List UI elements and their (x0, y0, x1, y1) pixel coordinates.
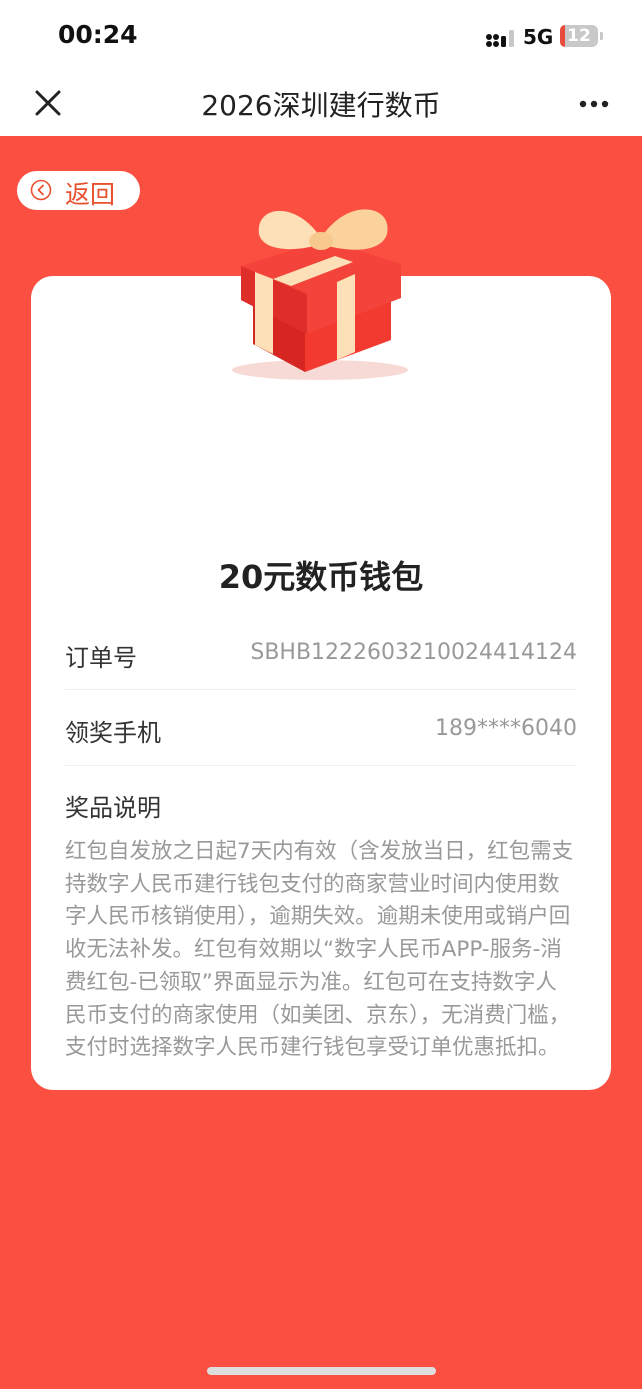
order-number-label: 订单号 (65, 644, 137, 672)
battery-level: 12 (567, 26, 591, 46)
chevron-left-icon (30, 179, 52, 201)
more-icon[interactable] (574, 92, 614, 116)
order-number-value: SBHB1222603210024414124 (250, 640, 577, 665)
nav-bar: 2026深圳建行数币 (0, 72, 642, 136)
home-indicator (207, 1367, 436, 1375)
battery-icon: 12 (560, 25, 603, 47)
page-title: 2026深圳建行数币 (201, 89, 441, 122)
description-text: 红包自发放之日起7天内有效（含发放当日，红包需支持数字人民币建行钱包支付的商家营… (65, 839, 574, 1061)
back-button[interactable]: 返回 (17, 171, 140, 210)
back-label: 返回 (65, 180, 116, 209)
gift-box-icon (232, 209, 408, 380)
divider (65, 689, 577, 690)
prize-card: 20元数币钱包 订单号 SBHB1222603210024414124 领奖手机… (31, 276, 611, 1090)
phone-value: 189****6040 (435, 716, 577, 741)
description-title: 奖品说明 (65, 794, 161, 822)
prize-title: 20元数币钱包 (218, 558, 424, 596)
signal-icon (486, 30, 514, 47)
phone-label: 领奖手机 (65, 719, 161, 747)
divider (65, 765, 577, 766)
close-icon[interactable] (30, 85, 66, 121)
status-bar: 00:24 5G 12 (0, 0, 642, 72)
status-time: 00:24 (58, 20, 138, 49)
network-label: 5G (523, 25, 554, 49)
